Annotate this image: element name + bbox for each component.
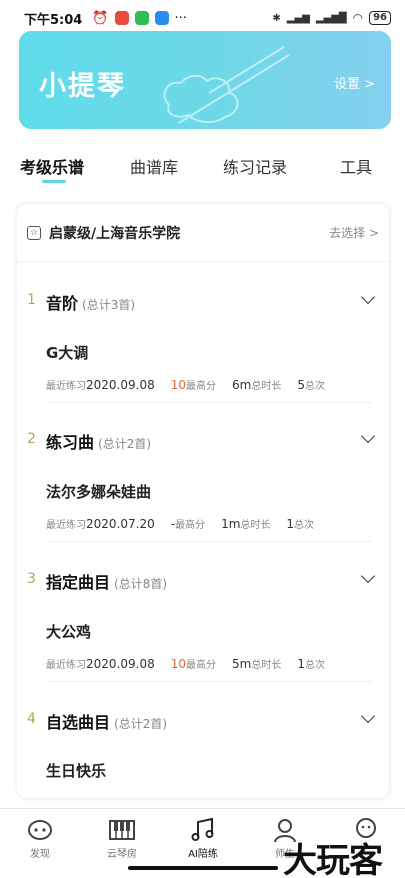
- weibo-app-icon: [114, 11, 129, 25]
- chevron-down-icon[interactable]: [360, 289, 376, 305]
- section-count: (总计3首): [82, 298, 136, 312]
- wechat-app-icon: [134, 11, 149, 25]
- nav-label: 云琴房: [107, 849, 137, 860]
- song-name: 法尔多娜朵娃曲: [46, 483, 152, 501]
- chevron-down-icon[interactable]: [360, 568, 376, 584]
- song-name: 大公鸡: [46, 623, 92, 641]
- song-name: 生日快乐: [46, 762, 107, 780]
- watermark-text: 大玩客: [283, 841, 383, 878]
- nav-label: 发现: [30, 849, 50, 860]
- section-title: 音阶 (总计3首): [46, 294, 136, 313]
- section-header[interactable]: 1 音阶 (总计3首): [17, 288, 389, 318]
- bluetooth-icon: ✱: [272, 12, 281, 24]
- section-header[interactable]: 4 自选曲目 (总计2首): [17, 707, 389, 737]
- home-indicator: [128, 866, 278, 870]
- level-title: 启蒙级/上海音乐学院: [49, 225, 181, 242]
- nav-label: AI陪练: [188, 849, 218, 860]
- song-item[interactable]: 大公鸡 最近练习2020.09.08 10最高分 5m总时长 1总次: [46, 621, 372, 671]
- section-number: 4: [27, 711, 36, 727]
- song-item[interactable]: 生日快乐: [46, 760, 372, 781]
- nav-ai-practice[interactable]: AI陪练: [173, 817, 233, 860]
- tab-practice-records[interactable]: 练习记录: [223, 154, 287, 178]
- tab-bar: 考级乐谱 曲谱库 练习记录 工具: [0, 150, 405, 184]
- section-number: 3: [27, 571, 36, 587]
- lark-app-icon: [154, 11, 169, 25]
- section-count: (总计2首): [114, 717, 168, 731]
- tab-exam-scores[interactable]: 考级乐谱: [20, 154, 84, 178]
- banner-title: 小提琴: [39, 71, 126, 102]
- violin-icon: [163, 46, 290, 124]
- signal-hd-icon: ▂▄▆█: [315, 12, 347, 24]
- song-item[interactable]: 法尔多娜朵娃曲 最近练习2020.07.20 -最高分 1m总时长 1总次: [46, 481, 372, 531]
- divider: [46, 402, 372, 403]
- music-note-icon: [173, 817, 233, 843]
- nav-cloud-piano[interactable]: 云琴房: [92, 817, 152, 860]
- song-stats: 最近练习2020.09.08 10最高分 5m总时长 1总次: [46, 657, 325, 671]
- section-number: 1: [27, 292, 36, 308]
- section-designated: 3 指定曲目 (总计8首): [17, 567, 389, 597]
- tab-score-library[interactable]: 曲谱库: [130, 154, 178, 178]
- section-title: 自选曲目 (总计2首): [46, 713, 168, 732]
- star-icon: ☆: [27, 225, 41, 240]
- level-selector[interactable]: ☆ 启蒙级/上海音乐学院 去选择 >: [17, 204, 389, 262]
- chevron-down-icon[interactable]: [360, 708, 376, 724]
- score-list-card: ☆ 启蒙级/上海音乐学院 去选择 > 1 音阶 (总计3首) G大调 最近练习20…: [17, 204, 389, 798]
- alarm-icon: ⏰: [92, 10, 109, 26]
- choose-level-link[interactable]: 去选择 >: [329, 224, 379, 241]
- piano-icon: [92, 817, 152, 843]
- divider: [46, 681, 372, 682]
- active-tab-indicator: [42, 180, 66, 183]
- more-notifications-icon: ···: [174, 10, 187, 26]
- tab-tools[interactable]: 工具: [340, 154, 372, 178]
- divider: [46, 541, 372, 542]
- status-time: 下午5:04: [24, 12, 83, 28]
- song-stats: 最近练习2020.09.08 10最高分 6m总时长 5总次: [46, 378, 325, 392]
- discover-icon: [10, 817, 70, 843]
- chevron-down-icon[interactable]: [360, 428, 376, 444]
- section-scales: 1 音阶 (总计3首): [17, 288, 389, 318]
- section-number: 2: [27, 431, 36, 447]
- section-title: 练习曲 (总计2首): [46, 433, 152, 452]
- battery-icon: 96: [369, 11, 391, 25]
- wifi-icon: ◠: [352, 11, 364, 25]
- song-item[interactable]: G大调 最近练习2020.09.08 10最高分 6m总时长 5总次: [46, 342, 372, 392]
- section-count: (总计8首): [114, 577, 168, 591]
- settings-link[interactable]: 设置 >: [334, 73, 375, 92]
- song-stats: 最近练习2020.07.20 -最高分 1m总时长 1总次: [46, 517, 315, 531]
- section-header[interactable]: 2 练习曲 (总计2首): [17, 427, 389, 457]
- section-header[interactable]: 3 指定曲目 (总计8首): [17, 567, 389, 597]
- song-name: G大调: [46, 344, 89, 362]
- section-etudes: 2 练习曲 (总计2首): [17, 427, 389, 457]
- signal-icon: ▂▄▆: [286, 12, 310, 24]
- section-title: 指定曲目 (总计8首): [46, 573, 168, 592]
- section-elective: 4 自选曲目 (总计2首): [17, 707, 389, 737]
- instrument-banner: 小提琴 设置 >: [19, 31, 391, 129]
- section-count: (总计2首): [98, 437, 152, 451]
- nav-discover[interactable]: 发现: [10, 817, 70, 860]
